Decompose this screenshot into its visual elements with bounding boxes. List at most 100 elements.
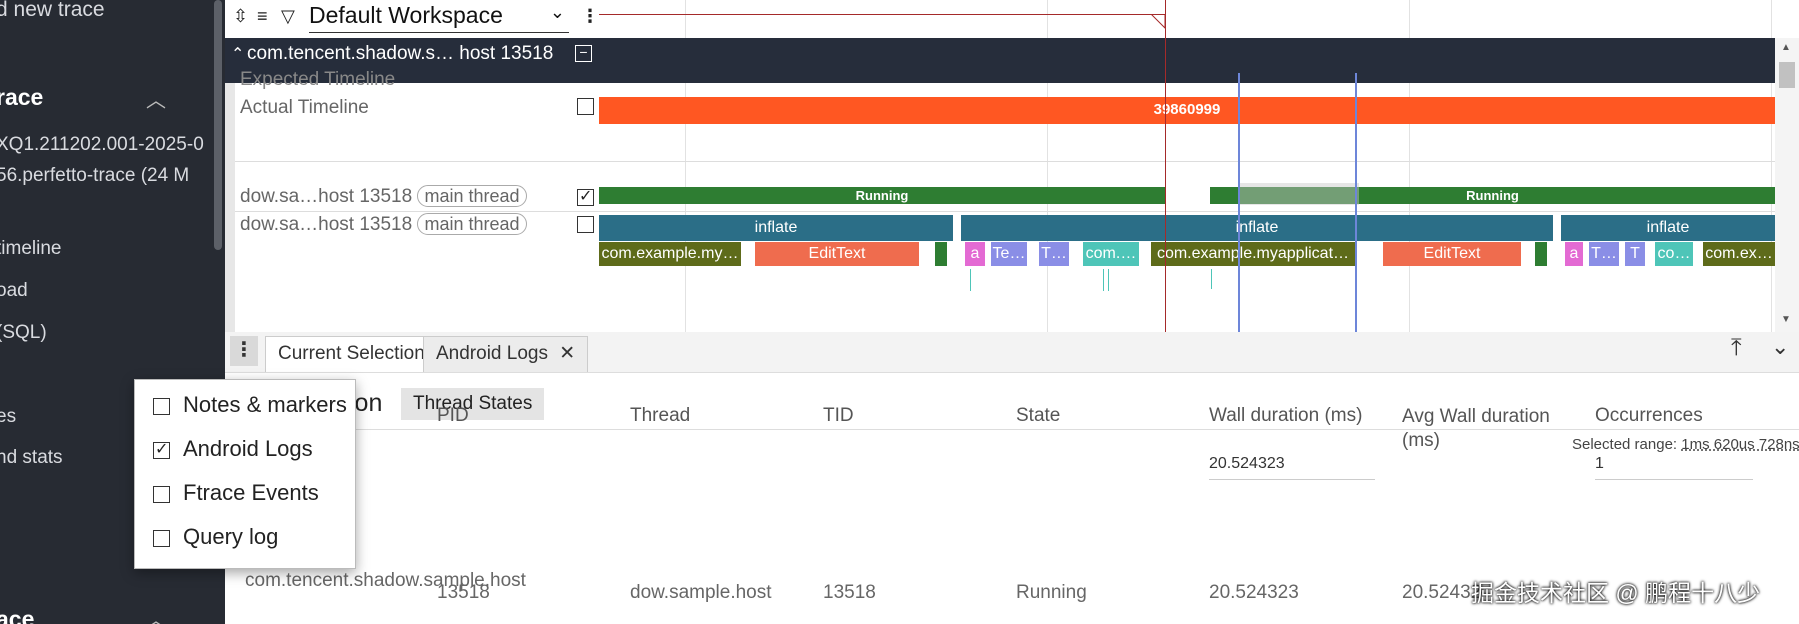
collapse-group-icon[interactable]: −: [575, 45, 592, 62]
slice-com[interactable]: co…: [1655, 242, 1693, 266]
chevron-down-icon: ⌄: [549, 2, 565, 22]
slice-t[interactable]: T: [1625, 242, 1645, 266]
menu-checkbox[interactable]: [153, 398, 170, 415]
slice-small[interactable]: [1535, 242, 1547, 266]
slice-textview[interactable]: Te…: [991, 242, 1027, 266]
cell-avg-wall-duration: 20.52432: [1402, 582, 1482, 603]
chevron-up-icon[interactable]: ︿: [146, 604, 166, 624]
track-labels: Expected Timeline Actual Timeline dow.sa…: [225, 69, 599, 332]
slice-activity[interactable]: com.example.my…: [599, 242, 741, 266]
track-group-header[interactable]: ⌃ com.tencent.shadow.s… host 13518 −: [225, 38, 1775, 83]
workspace-select[interactable]: Default Workspace ⌄: [309, 2, 569, 33]
slice-small[interactable]: [935, 242, 947, 266]
col-avg-wall-duration[interactable]: Avg Wall duration (ms): [1402, 405, 1562, 453]
thread-state-running[interactable]: Running: [599, 187, 1165, 204]
track-pin-checkbox[interactable]: [577, 186, 594, 206]
thread-states-button[interactable]: Thread States: [401, 388, 545, 420]
sidebar-item-query-sql[interactable]: (SQL): [0, 322, 47, 344]
track-pin-checkbox[interactable]: [577, 216, 594, 233]
details-panel: ion Thread States Selected range: 1ms 62…: [225, 373, 1799, 624]
cell-state: Running: [1016, 582, 1087, 603]
maximize-panel-icon[interactable]: ⤒: [1731, 334, 1742, 362]
tiny-slice: [1211, 269, 1212, 289]
col-wall-duration[interactable]: Wall duration (ms): [1209, 405, 1362, 427]
sort-icon[interactable]: ≡: [257, 6, 268, 27]
main-thread-pill: main thread: [417, 185, 527, 207]
thread-name: dow.sa…host 13518: [240, 214, 413, 235]
sidebar-section-convert-trace[interactable]: ace: [0, 606, 34, 624]
sidebar-section-current-trace[interactable]: race: [0, 84, 43, 111]
menu-checkbox[interactable]: [153, 530, 170, 547]
scroll-thumb[interactable]: [1779, 62, 1795, 88]
sidebar-item-open-new-trace[interactable]: d new trace: [0, 0, 105, 22]
cell-tid: 13518: [823, 582, 876, 603]
more-vert-icon[interactable]: ⋮: [230, 336, 258, 366]
scroll-down-icon[interactable]: ▼: [1781, 314, 1791, 325]
menu-item-label: Android Logs: [183, 436, 313, 461]
slice-t[interactable]: T…: [1589, 242, 1619, 266]
area-selection-end[interactable]: [1355, 73, 1357, 332]
menu-item-label: Query log: [183, 524, 279, 549]
selected-range-value[interactable]: 1ms 620us 728ns: [1681, 436, 1799, 453]
tab-android-logs[interactable]: Android Logs ✕: [423, 336, 589, 372]
collapse-all-icon[interactable]: ⇳: [233, 6, 248, 27]
chevron-up-icon[interactable]: ︿: [146, 84, 166, 113]
timeline-scrollbar[interactable]: ▲ ▼: [1775, 38, 1799, 332]
cell-thread: dow.sample.host: [630, 582, 772, 603]
col-state[interactable]: State: [1016, 405, 1060, 427]
track-divider: [235, 211, 599, 212]
marker-line: [599, 14, 1165, 15]
col-thread[interactable]: Thread: [630, 405, 690, 427]
sidebar-item-trace-file[interactable]: 56.perfetto-trace (24 M: [0, 165, 189, 187]
slice-inflate[interactable]: inflate: [1561, 215, 1775, 241]
slice-activity[interactable]: com.example.myapplicat…: [1151, 242, 1355, 266]
track-indent-bar: [225, 83, 235, 332]
track-divider: [599, 161, 1775, 162]
menu-checkbox[interactable]: [153, 486, 170, 503]
slice-inflate[interactable]: inflate: [599, 215, 953, 241]
panel-tabs-menu: Notes & markers Android Logs Ftrace Even…: [134, 379, 356, 569]
total-wall-duration: 20.524323: [1209, 455, 1375, 480]
sidebar-item-metrics[interactable]: es: [0, 406, 16, 428]
sidebar-item-timeline[interactable]: timeline: [0, 238, 61, 260]
selected-range-label: Selected range:: [1572, 436, 1678, 453]
track-content[interactable]: 39860999 Running Running inflate inflate…: [599, 0, 1775, 332]
sidebar-scrollbar[interactable]: [214, 0, 222, 250]
area-selection-start[interactable]: [1238, 73, 1240, 332]
track-label-thread-slices: dow.sa…host 13518 main thread: [240, 213, 527, 236]
col-tid[interactable]: TID: [823, 405, 854, 427]
menu-item-label: Notes & markers: [183, 392, 347, 417]
track-pin-checkbox[interactable]: [577, 98, 594, 115]
col-pid[interactable]: PID: [437, 405, 469, 427]
more-vert-icon[interactable]: ⋮: [581, 6, 599, 27]
scroll-up-icon[interactable]: ▲: [1781, 42, 1791, 53]
slice-a[interactable]: a: [965, 242, 985, 266]
cell-wall-duration: 20.524323: [1209, 582, 1299, 603]
track-label-thread-state: dow.sa…host 13518 main thread: [240, 185, 527, 208]
slice-edittext[interactable]: EditText: [755, 242, 919, 266]
slice-t[interactable]: T…: [1039, 242, 1069, 266]
divider: [225, 429, 1799, 430]
track-label-actual: Actual Timeline: [240, 97, 369, 118]
thread-name: dow.sa…host 13518: [240, 186, 413, 207]
chevron-down-icon[interactable]: ⌄: [1771, 334, 1789, 360]
slice-activity[interactable]: com.ex…: [1703, 242, 1775, 266]
close-icon[interactable]: ✕: [559, 343, 575, 364]
sidebar-item-info-and-stats[interactable]: nd stats: [0, 447, 63, 469]
chevron-up-icon[interactable]: ⌃: [231, 44, 244, 64]
menu-checkbox[interactable]: [153, 439, 170, 459]
tab-current-selection[interactable]: Current Selection: [265, 336, 438, 372]
col-occurrences[interactable]: Occurrences: [1595, 405, 1703, 427]
slice-com[interactable]: com.…: [1083, 242, 1139, 266]
selection-highlight: [1239, 183, 1359, 205]
filter-icon[interactable]: ▽: [281, 6, 295, 27]
sidebar-item-download[interactable]: oad: [0, 280, 28, 302]
slice-inflate[interactable]: inflate: [961, 215, 1553, 241]
slice-edittext[interactable]: EditText: [1383, 242, 1521, 266]
slice-a[interactable]: a: [1565, 242, 1583, 266]
track-label-expected: Expected Timeline: [240, 69, 396, 90]
actual-frame-slice[interactable]: 39860999: [599, 97, 1775, 124]
sidebar-item-trace-name[interactable]: XQ1.211202.001-2025-0: [0, 134, 204, 156]
tab-label: Android Logs: [436, 343, 548, 364]
track-divider: [235, 161, 599, 162]
